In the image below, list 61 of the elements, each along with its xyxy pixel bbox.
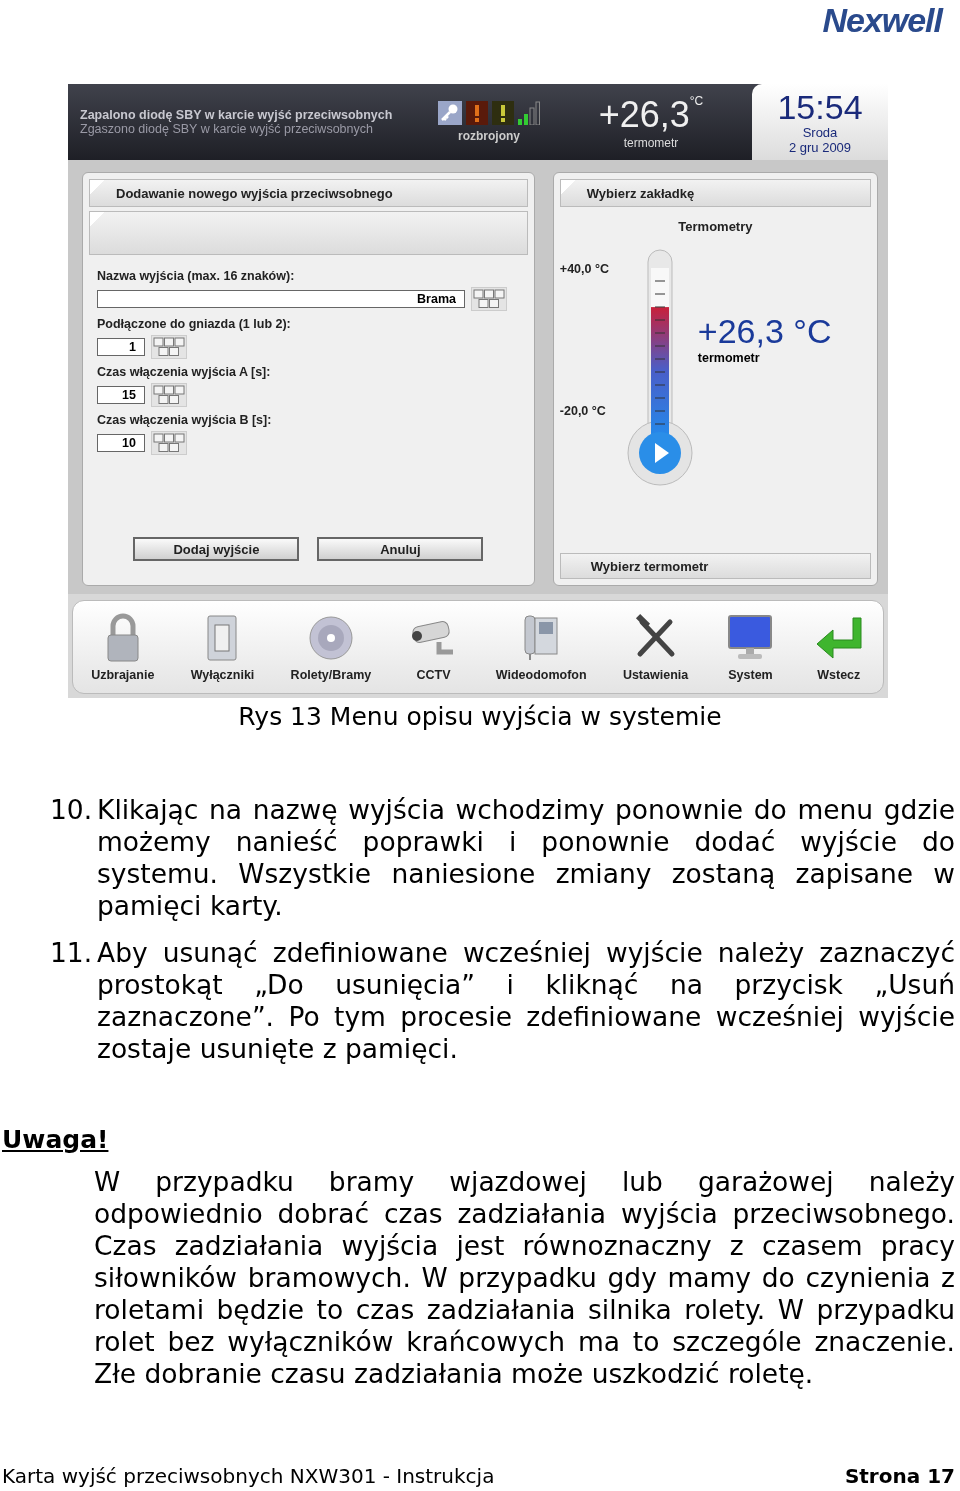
key-icon	[438, 101, 462, 125]
scale-min: -20,0 °C	[559, 404, 607, 418]
toolbar-item[interactable]: Wideodomofon	[495, 612, 587, 682]
step-text: Aby usunąć zdefiniowane wcześniej wyjście należy zaznaczyć prostokąt „Do usunięcia” i kliknąć na przycisk „Usuń zaznaczone”. Po tym procesie zdefiniowane wcześniej wyjście zostaje usunięte z pamięci.	[97, 937, 955, 1065]
padlock-icon	[107, 613, 139, 662]
warning-icon	[492, 101, 514, 125]
light-switch-icon	[208, 615, 237, 661]
clock-date: 2 gru 2009	[788, 140, 852, 155]
keyboard-icon[interactable]	[151, 431, 187, 455]
security-camera-icon	[411, 619, 454, 655]
input-field[interactable]: 15	[97, 386, 145, 404]
input-field[interactable]: 10	[97, 434, 145, 452]
disc-icon	[309, 616, 353, 660]
panel-footer[interactable]: Wybierz termometr	[559, 553, 871, 579]
step-number: 11.	[49, 937, 94, 970]
warning-icon	[466, 101, 488, 125]
toolbar-item[interactable]: Rolety/Bramy	[290, 612, 372, 682]
field-label: Nazwa wyjścia (max. 16 znaków):	[97, 269, 296, 283]
footer-document-title: Karta wyjść przeciwsobnych NXW301 - Instrukcja	[2, 1463, 495, 1490]
note-heading: Uwaga!	[1, 1125, 109, 1154]
temperature-value: +26,3	[598, 94, 690, 136]
field-label: Podłączone do gniazda (1 lub 2):	[97, 317, 292, 331]
monitor-icon	[728, 615, 773, 659]
back-arrow-icon	[816, 617, 862, 659]
keyboard-icon[interactable]	[471, 287, 507, 311]
step-text: Klikając na nazwę wyjścia wchodzimy ponownie do menu gdzie możemy nanieść poprawki i ponownie dodać wyjście do systemu. Wszystkie naniesione zmiany zostaną zapisane w pamięci karty.	[97, 794, 955, 922]
keyboard-icon[interactable]	[151, 335, 187, 359]
clock-time: 15:54	[777, 89, 863, 125]
field-label: Czas włączenia wyjścia A [s]:	[97, 365, 272, 379]
dialog-button[interactable]: Anuluj	[317, 537, 484, 561]
input-field[interactable]: Brama	[97, 290, 465, 308]
keyboard-icon[interactable]	[151, 383, 187, 407]
toolbar-item[interactable]: System	[724, 612, 777, 682]
temperature-label: termometr	[623, 136, 679, 150]
note-text: W przypadku bramy wjazdowej lub garażowej należy odpowiednio dobrać czas zadziałania wyjścia przeciwsobnego. Czas zadziałania wyjścia jest równoznaczny z czasem pracy siłowników bramowych. W przypadku gdy mamy do czynienia z roletami będzie to czas zadziałania silnika rolety. W przypadku rolet bez wyłączników krańcowych ma to szczególe znaczenie. Złe dobranie czasu zadziałania może uszkodzić roletę.	[94, 1166, 955, 1390]
signal-icon	[518, 101, 540, 125]
scale-max: +40,0 °C	[559, 262, 610, 276]
intercom-icon	[524, 615, 558, 661]
panel-title: Dodawanie nowego wyjścia przeciwsobnego	[116, 185, 393, 201]
toolbar-item[interactable]: Ustawienia	[622, 612, 689, 682]
toolbar-item[interactable]: Wstecz	[812, 612, 865, 682]
toolbar-item[interactable]: Uzbrajanie	[91, 612, 155, 682]
sensor-name: termometr	[697, 351, 761, 365]
page-number: Strona 17	[844, 1463, 955, 1490]
step-number: 10.	[49, 794, 94, 827]
temperature-reading: +26,3 °C	[697, 312, 832, 351]
status-message: Zgaszono diodę SBY w karcie wyjść przeciwsobnych	[80, 122, 374, 136]
toolbar-item[interactable]: Wyłączniki	[190, 612, 255, 682]
logo: Nexwell	[822, 0, 942, 40]
toolbar-item[interactable]: CCTV	[407, 612, 460, 682]
clock-day: Sroda	[802, 125, 838, 140]
figure-caption: Rys 13 Menu opisu wyjścia w systemie	[237, 701, 723, 733]
panel-title: Wybierz zakładkę	[586, 185, 695, 201]
temperature-unit: °C	[689, 94, 704, 108]
tools-icon	[635, 613, 675, 657]
status-message: Zapalono diodę SBY w karcie wyjść przeciwsobnych	[80, 108, 394, 122]
field-label: Czas włączenia wyjścia B [s]:	[97, 413, 273, 427]
tab-label[interactable]: Termometry	[678, 219, 753, 234]
input-field[interactable]: 1	[97, 338, 145, 356]
alarm-state: rozbrojony	[458, 129, 520, 143]
dialog-button[interactable]: Dodaj wyjście	[133, 537, 300, 561]
